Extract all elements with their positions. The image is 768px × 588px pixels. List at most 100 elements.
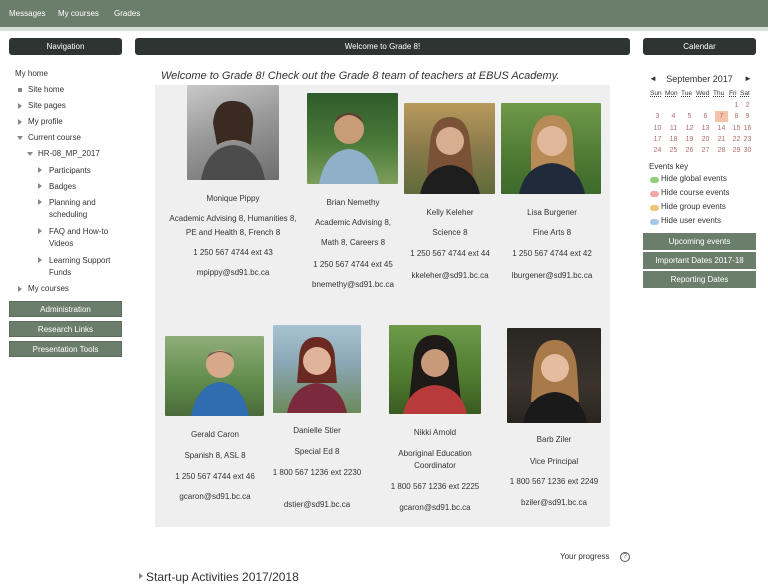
calendar-day[interactable]: 5 [683,111,696,122]
calendar-day[interactable]: 23 [741,134,754,145]
day-header: Sun [650,90,662,97]
nav-faq[interactable]: FAQ and How-to Videos [49,226,119,250]
nav-current-course[interactable]: Current course [28,133,81,142]
calendar-day[interactable]: 24 [651,145,664,156]
group-events-icon [650,205,659,211]
teacher-email: gcaron@sd91.bc.ca [179,492,251,501]
calendar-day[interactable]: 20 [699,134,712,145]
help-icon[interactable]: ? [620,552,630,562]
hide-group-events[interactable]: Hide group events [661,202,726,211]
calendar-day[interactable]: 25 [667,145,680,156]
top-navbar: Messages My courses Grades [0,0,768,27]
teacher-photo [404,103,495,194]
teacher-role: Aboriginal Education Coordinator [398,449,472,470]
administration-button[interactable]: Administration [9,301,122,317]
research-links-button[interactable]: Research Links [9,321,122,337]
expand-arrow-icon[interactable] [18,119,22,125]
course-events-icon [650,191,659,197]
navigation-header[interactable]: Navigation [9,38,122,55]
calendar-day[interactable]: 2 [741,100,754,111]
teacher-phone: 1 250 567 4744 ext 44 [410,249,490,258]
events-key-label: Events key [649,162,689,171]
teacher-photo [165,336,264,416]
calendar-day[interactable]: 27 [699,145,712,156]
collapse-arrow-icon[interactable] [27,152,33,156]
expand-arrow-icon[interactable] [18,103,22,109]
calendar-day[interactable]: 26 [683,145,696,156]
person-silhouette-icon [523,340,587,423]
calendar-day[interactable]: 11 [667,123,680,134]
upcoming-events-button[interactable]: Upcoming events [643,233,756,250]
expand-arrow-icon[interactable] [18,286,22,292]
teacher-phone: 1 800 567 1236 ext 2249 [509,477,599,486]
nav-my-home[interactable]: My home [15,69,48,78]
calendar-day[interactable]: 10 [651,123,664,134]
teacher-name: Barb Ziler [536,435,572,444]
day-header: Tue [681,90,692,97]
next-month-icon[interactable]: ► [744,74,752,83]
expand-arrow-icon[interactable] [38,167,42,173]
hide-global-events[interactable]: Hide global events [661,174,727,183]
nav-course-code[interactable]: HR-08_MP_2017 [38,149,100,158]
teacher-photo [501,103,601,194]
calendar-day[interactable]: 28 [715,145,728,156]
calendar-day[interactable]: 12 [683,123,696,134]
nav-planning[interactable]: Planning and scheduling [49,197,111,221]
calendar-day[interactable]: 17 [651,134,664,145]
calendar-day[interactable]: 30 [741,145,754,156]
header-band [0,27,768,31]
important-dates-button[interactable]: Important Dates 2017-18 [643,252,756,269]
nav-site-home[interactable]: Site home [28,85,64,94]
person-silhouette-icon [319,113,379,184]
calendar-day[interactable]: 13 [699,123,712,134]
nav-learning-support[interactable]: Learning Support Funds [49,255,111,279]
section-start-up-activities[interactable]: Start-up Activities 2017/2018 [146,570,299,584]
hide-course-events[interactable]: Hide course events [661,188,729,197]
my-courses-link[interactable]: My courses [58,9,99,18]
calendar-day[interactable]: 16 [741,123,754,134]
messages-link[interactable]: Messages [9,9,45,18]
calendar-day[interactable]: 3 [651,111,664,122]
nav-my-courses[interactable]: My courses [28,284,69,293]
your-progress-label: Your progress [560,552,610,561]
teacher-photo [187,85,279,180]
calendar-day[interactable]: 7 [715,111,728,123]
nav-my-profile[interactable]: My profile [28,117,63,126]
day-header: Fri [729,90,737,97]
expand-arrow-icon[interactable] [38,257,42,263]
person-silhouette-icon [191,350,249,416]
expand-arrow-icon[interactable] [38,228,42,234]
calendar-day[interactable]: 4 [667,111,680,122]
teacher-email: dstier@sd91.bc.ca [283,500,351,509]
calendar-day[interactable]: 9 [741,111,754,122]
nav-badges[interactable]: Badges [49,181,119,193]
teacher-role: Academic Advising 8, [314,218,392,227]
calendar-header[interactable]: Calendar [643,38,756,55]
person-silhouette-icon [403,335,467,414]
nav-participants[interactable]: Participants [49,165,119,177]
grades-link[interactable]: Grades [114,9,140,18]
hide-user-events[interactable]: Hide user events [661,216,721,225]
expand-arrow-icon[interactable] [38,183,42,189]
presentation-tools-button[interactable]: Presentation Tools [9,341,122,357]
calendar-day[interactable]: 6 [699,111,712,122]
calendar-day[interactable]: 21 [715,134,728,145]
bullet-icon [18,88,22,92]
expand-arrow-icon[interactable] [38,199,42,205]
teacher-photo [273,325,361,413]
calendar-day[interactable]: 19 [683,134,696,145]
teacher-name: Gerald Caron [190,430,240,439]
teacher-phone: 1 250 567 4744 ext 46 [175,472,255,481]
day-header: Sat [740,90,750,97]
calendar-month: September 2017 [666,74,733,84]
calendar-day[interactable]: 14 [715,123,728,134]
teacher-email: kkeleher@sd91.bc.ca [411,271,489,280]
collapse-arrow-icon[interactable] [17,136,23,140]
reporting-dates-button[interactable]: Reporting Dates [643,271,756,288]
teacher-name: Monique Pippy [206,194,260,203]
person-silhouette-icon [420,117,480,194]
teacher-role: Fine Arts 8 [532,228,572,237]
nav-site-pages[interactable]: Site pages [28,101,66,110]
calendar-day[interactable]: 18 [667,134,680,145]
expand-section-icon[interactable] [139,573,143,579]
